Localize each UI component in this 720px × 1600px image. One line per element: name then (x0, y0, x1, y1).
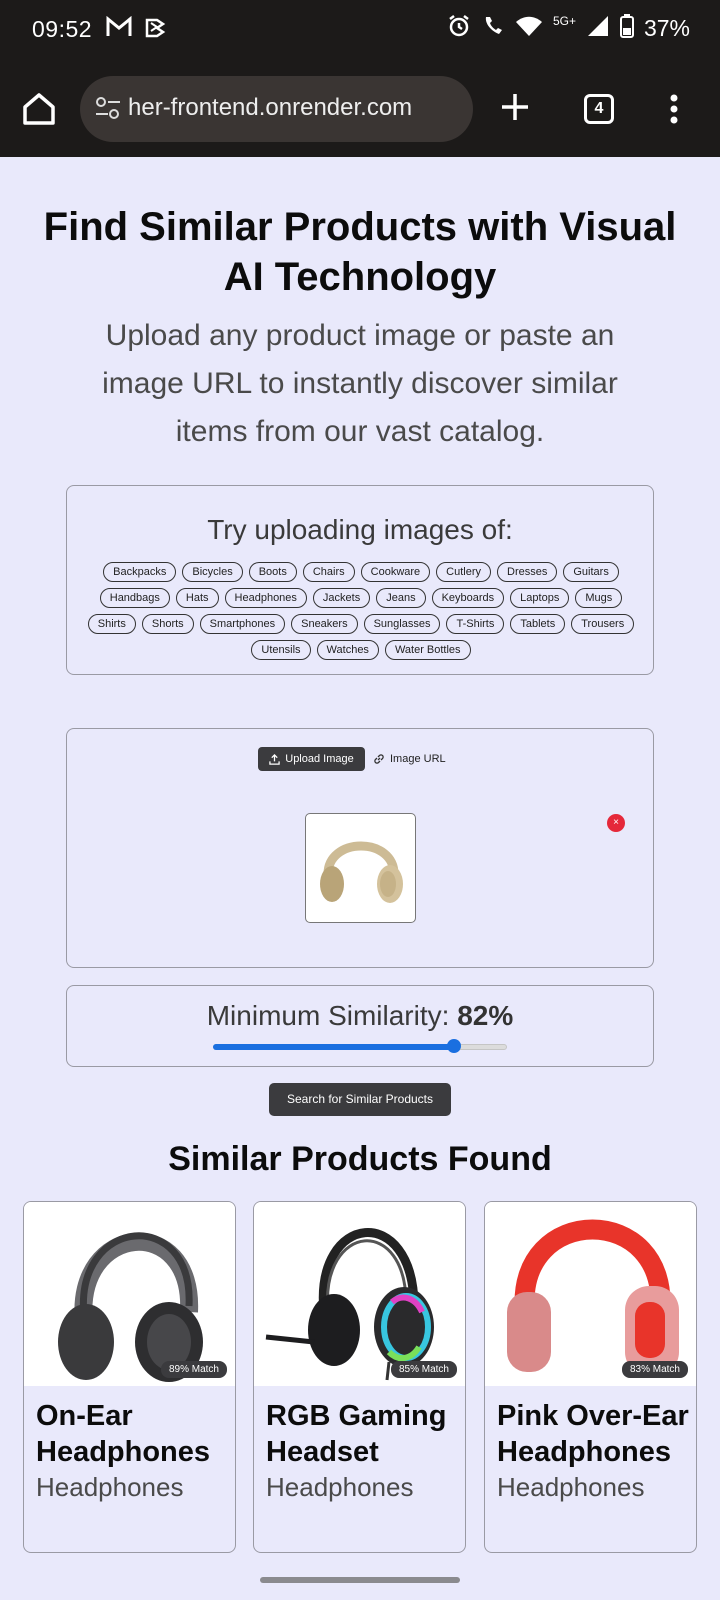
upload-icon (269, 753, 280, 765)
suggestion-chip[interactable]: Chairs (302, 562, 355, 582)
wifi-call-icon (481, 14, 505, 43)
url-text[interactable]: her-frontend.onrender.com (128, 94, 464, 122)
suggestion-chip[interactable]: Dresses (497, 562, 558, 582)
suggestion-chip[interactable]: Keyboards (431, 588, 505, 608)
browser-chrome: 09:52 5G+ 37% her-frontend.onrender.com … (0, 0, 720, 157)
uploaded-image-preview (305, 813, 416, 923)
upload-image-tab[interactable]: Upload Image (258, 747, 365, 771)
product-title: RGB Gaming Headset (266, 1400, 447, 1468)
suggestion-chip[interactable]: Smartphones (199, 614, 286, 634)
similarity-slider-fill (213, 1044, 455, 1050)
similarity-slider-thumb[interactable] (447, 1039, 462, 1053)
upload-image-tab-label: Upload Image (285, 753, 354, 765)
results-title: Similar Products Found (168, 1140, 552, 1178)
suggestion-chip[interactable]: Hats (175, 588, 219, 608)
suggestion-chip[interactable]: Shirts (87, 614, 136, 634)
remove-image-button[interactable]: × (607, 814, 625, 832)
status-right: 5G+ 37% (447, 14, 690, 43)
upload-panel: Upload Image Image URL × (66, 728, 654, 968)
suggestion-chip[interactable]: Cookware (360, 562, 431, 582)
address-bar[interactable]: her-frontend.onrender.com (80, 76, 473, 142)
product-category: Headphones (36, 1472, 184, 1502)
gesture-bar[interactable] (260, 1577, 460, 1583)
suggestion-chip[interactable]: Boots (248, 562, 297, 582)
battery-percent: 37% (643, 15, 690, 41)
suggestion-chip[interactable]: Handbags (99, 588, 170, 608)
status-time: 09:52 (32, 16, 93, 42)
page-title: Find Similar Products with Visual AI Tec… (43, 205, 677, 299)
match-badge: 89% Match (160, 1361, 227, 1378)
similarity-label: Minimum Similarity: (206, 1000, 450, 1031)
suggestion-chip[interactable]: Guitars (563, 562, 619, 582)
match-badge: 83% Match (621, 1361, 688, 1378)
page-subtitle: Upload any product image or paste an ima… (102, 319, 618, 448)
product-category: Headphones (266, 1472, 414, 1502)
suggestion-chip[interactable]: Mugs (575, 588, 623, 608)
link-icon (374, 754, 384, 764)
more-menu-icon[interactable] (670, 94, 678, 129)
suggestion-chip[interactable]: Tablets (510, 614, 566, 634)
product-name: On-Ear Headphones Headphones (36, 1398, 228, 1504)
suggestions-title: Try uploading images of: (207, 514, 513, 545)
battery-icon (619, 14, 634, 43)
suggestion-chip[interactable]: Jeans (376, 588, 426, 608)
suggestion-chip[interactable]: Trousers (571, 614, 635, 634)
suggestions-panel: Try uploading images of: Backpacks Bicycl… (66, 485, 654, 675)
network-type: 5G+ (552, 13, 576, 28)
image-url-tab[interactable]: Image URL (373, 747, 446, 771)
site-settings-icon[interactable] (94, 96, 122, 127)
product-title: On-Ear Headphones (36, 1400, 211, 1468)
product-name: RGB Gaming Headset Headphones (266, 1398, 458, 1504)
tab-switcher-button[interactable]: 4 (584, 94, 614, 124)
gmail-icon (106, 15, 132, 43)
product-category: Headphones (497, 1472, 645, 1502)
suggestion-chip[interactable]: T-Shirts (446, 614, 505, 634)
suggestion-chips: Backpacks Bicycles Boots Chairs Cookware Cutl… (87, 562, 635, 660)
home-icon[interactable] (20, 90, 58, 133)
product-image (24, 1202, 235, 1386)
product-image (254, 1202, 465, 1386)
similarity-panel: Minimum Similarity: 82% (66, 985, 654, 1067)
alarm-icon (447, 14, 471, 43)
wifi-icon (515, 14, 543, 43)
product-image (485, 1202, 696, 1386)
product-title: Pink Over-Ear Headphones (497, 1400, 689, 1468)
similarity-value: 82% (457, 1000, 514, 1031)
search-similar-button[interactable]: Search for Similar Products (269, 1083, 451, 1116)
similarity-label-row: Minimum Similarity: 82% (67, 1000, 653, 1032)
suggestion-chip[interactable]: Backpacks (103, 562, 177, 582)
product-name: Pink Over-Ear Headphones Headphones (497, 1398, 689, 1504)
match-badge: 85% Match (390, 1361, 457, 1378)
suggestion-chip[interactable]: Water Bottles (384, 640, 471, 660)
result-card[interactable]: 85% Match RGB Gaming Headset Headphones (253, 1201, 466, 1553)
suggestion-chip[interactable]: Sunglasses (363, 614, 441, 634)
suggestion-chip[interactable]: Laptops (510, 588, 570, 608)
suggestion-chip[interactable]: Watches (316, 640, 379, 660)
result-card[interactable]: 83% Match Pink Over-Ear Headphones Headp… (484, 1201, 697, 1553)
result-card[interactable]: 89% Match On-Ear Headphones Headphones (23, 1201, 236, 1553)
suggestion-chip[interactable]: Bicycles (182, 562, 243, 582)
suggestion-chip[interactable]: Headphones (224, 588, 307, 608)
suggestion-chip[interactable]: Utensils (251, 640, 311, 660)
suggestion-chip[interactable]: Sneakers (291, 614, 358, 634)
signal-icon (586, 14, 610, 43)
suggestion-chip[interactable]: Cutlery (436, 562, 492, 582)
suggestion-chip[interactable]: Shorts (141, 614, 194, 634)
suggestion-chip[interactable]: Jackets (312, 588, 371, 608)
app-notification-icon (144, 16, 166, 43)
image-url-tab-label: Image URL (390, 753, 446, 765)
status-bar: 09:52 5G+ 37% (0, 0, 720, 62)
new-tab-icon[interactable] (500, 92, 530, 127)
